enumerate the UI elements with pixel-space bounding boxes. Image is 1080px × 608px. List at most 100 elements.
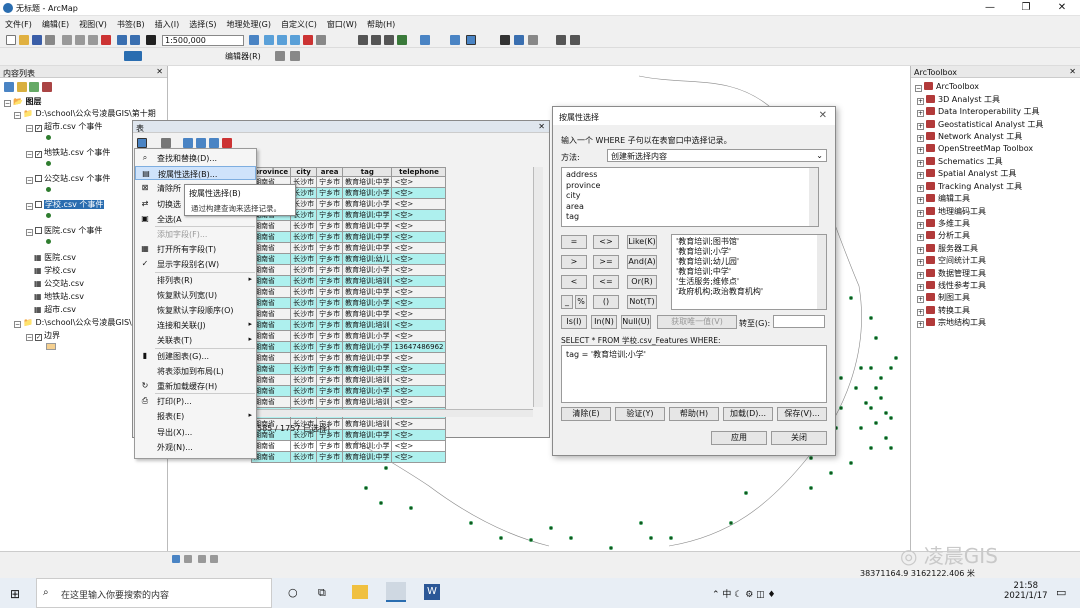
value-item[interactable]: '教育培训;中学' [676, 267, 822, 277]
select-by-attributes-icon[interactable] [183, 138, 193, 148]
cortana-icon[interactable]: ○ [288, 586, 298, 599]
pan-icon[interactable] [384, 35, 394, 45]
layer-bus[interactable]: − 公交站.csv 个事件 [26, 173, 110, 184]
expand-icon[interactable]: + [917, 135, 924, 143]
identify-icon[interactable] [514, 35, 524, 45]
html-popup-icon[interactable] [570, 35, 580, 45]
arctoolbox-icon[interactable] [303, 35, 313, 45]
undo-icon[interactable] [117, 35, 127, 45]
toolbox-item[interactable]: + 空间统计工具 [917, 255, 986, 267]
clock[interactable]: 21:58 2021/1/17 [1004, 581, 1048, 601]
expand-icon[interactable]: + [917, 172, 924, 180]
save-button[interactable]: 保存(V)... [777, 407, 827, 421]
menu-item[interactable]: ▮ 创建图表(G)... [135, 349, 256, 363]
table-row[interactable]: 湖南省 长沙市 宁乡市 教育培训;培训 <空> [250, 319, 447, 331]
table-item[interactable]: ▦ 学校.csv [34, 265, 76, 276]
layer-school[interactable]: − 学校.csv 个事件 [26, 199, 105, 210]
table-row[interactable]: 湖南省长沙市宁乡市教育培训;小学<空> [250, 440, 447, 452]
menu-file[interactable]: 文件(F) [0, 16, 37, 33]
open-icon[interactable] [19, 35, 29, 45]
menu-help[interactable]: 帮助(H) [362, 16, 400, 33]
toolbox-item[interactable]: + Network Analyst 工具 [917, 131, 1022, 143]
field-item[interactable]: city [566, 191, 814, 202]
layer-supermarket[interactable]: − ✓ 超市.csv 个事件 [26, 121, 102, 132]
toolbox-item[interactable]: + 服务器工具 [917, 243, 978, 254]
menu-item[interactable]: ⌕ 查找和替换(D)... [135, 151, 256, 165]
expand-icon[interactable]: + [917, 222, 924, 229]
menu-item[interactable]: ▦ 打开所有字段(T) [135, 242, 256, 256]
close-icon[interactable]: ✕ [819, 110, 827, 121]
operator-button[interactable]: Like(K) [627, 235, 657, 249]
field-item[interactable]: tag [566, 212, 814, 223]
clear-selection-icon[interactable] [209, 138, 219, 148]
table-row[interactable]: 湖南省长沙市宁乡市教育培训;中学<空> [250, 363, 447, 375]
toolbox-item[interactable]: + Schematics 工具 [917, 156, 1003, 167]
table-row[interactable]: 湖南省长沙市宁乡市教育培训;小学<空> [250, 297, 447, 309]
table-row[interactable]: 湖南省 长沙市 宁乡市 教育培训;培训 <空> [250, 374, 447, 386]
toolbox-item[interactable]: + 编辑工具 [917, 193, 970, 205]
folder-node-2[interactable]: − 📁 D:\school\公众号凌晨GIS\ [14, 317, 132, 328]
save-icon[interactable] [32, 35, 42, 45]
toolbox-item[interactable]: + Geostatistical Analyst 工具 [917, 119, 1043, 130]
field-item[interactable]: province [566, 181, 814, 192]
full-extent-icon[interactable] [397, 35, 407, 45]
column-header[interactable]: city [290, 167, 318, 177]
scale-select[interactable]: 1:500,000 [162, 35, 244, 46]
catalog-icon[interactable] [277, 35, 287, 45]
menu-item[interactable]: ✓ 显示字段别名(W) [135, 257, 256, 271]
menu-selection[interactable]: 选择(S) [184, 16, 221, 33]
layout-view-icon[interactable] [184, 555, 192, 563]
add-data-icon[interactable] [146, 35, 156, 45]
close-icon[interactable]: ✕ [1069, 67, 1076, 76]
null-button[interactable]: Null(U) [621, 315, 651, 329]
operator-button[interactable]: % [575, 295, 587, 309]
attribute-grid[interactable]: province city area tag telephone 湖南省 长沙市 宁乡市 教育培… [250, 167, 551, 463]
table-row[interactable]: 湖南省长沙市宁乡市教育培训;小学<空> [250, 330, 447, 342]
toolbox-item[interactable]: + Tracking Analyst 工具 [917, 181, 1022, 192]
zoom-out-icon[interactable] [371, 35, 381, 45]
toolbox-item[interactable]: + 分析工具 [917, 230, 970, 242]
data-view-icon[interactable] [172, 555, 180, 563]
expand-icon[interactable]: + [917, 98, 924, 105]
pause-drawing-icon[interactable] [210, 555, 218, 563]
expand-icon[interactable]: + [917, 160, 924, 167]
goto-input[interactable] [773, 315, 825, 328]
table-row[interactable]: 湖南省长沙市宁乡市教育培训;中学<空> [250, 451, 447, 463]
toolbox-item[interactable]: + Spatial Analyst 工具 [917, 168, 1016, 180]
paste-icon[interactable] [88, 35, 98, 45]
table-row[interactable]: 湖南省 长沙市 宁乡市 教育培训;幼儿 <空> [250, 253, 447, 265]
layer-checkbox[interactable]: ✓ [35, 125, 42, 132]
switch-selection-icon[interactable] [196, 138, 206, 148]
toolbox-item[interactable]: + Data Interoperability 工具 [917, 106, 1040, 118]
operator-button[interactable]: = [561, 235, 587, 249]
layers-root[interactable]: − 📂 图层 [4, 96, 42, 107]
value-item[interactable]: '生活服务;维修点' [676, 277, 822, 287]
menu-item[interactable]: 恢复默认字段顺序(O) [135, 303, 256, 317]
menu-item[interactable]: 报表(E) ▸ [135, 409, 256, 423]
menu-bookmarks[interactable]: 书签(B) [112, 16, 150, 33]
clear-button[interactable]: 清除(E) [561, 407, 611, 421]
maximize-button[interactable]: ❐ [1008, 0, 1044, 16]
menu-item[interactable]: 恢复默认列宽(U) [135, 288, 256, 302]
operator-button[interactable]: <> [593, 235, 619, 249]
table-row[interactable]: 湖南省 长沙市 宁乡市 教育培训;培训 <空> [250, 396, 447, 408]
table-row[interactable]: 湖南省 长沙市 宁乡市 教育培训;小学 13647486962 [250, 341, 447, 353]
delete-selected-icon[interactable] [222, 138, 232, 148]
zoom-in-icon[interactable] [358, 35, 368, 45]
windows-start-icon[interactable]: ⊞ [10, 587, 20, 601]
menu-item[interactable]: ↻ 重新加载缓存(H) [135, 379, 256, 393]
column-header[interactable]: tag [342, 167, 393, 177]
color-swatch-icon[interactable] [124, 51, 142, 61]
method-select[interactable]: 创建新选择内容 ⌄ [607, 149, 827, 162]
table-row[interactable]: 湖南省长沙市宁乡市教育培训;中学<空> [250, 220, 447, 232]
expand-icon[interactable]: + [917, 246, 924, 254]
edit-tool-icon[interactable] [275, 51, 285, 61]
system-tray[interactable]: ⌃ 中 ☾ ⚙ ◫ ♦ [712, 587, 776, 600]
value-item[interactable]: '教育培训;图书馆' [676, 237, 822, 247]
menu-item[interactable]: 排列表(R) ▸ [135, 273, 256, 287]
arctoolbox-root[interactable]: − ArcToolbox [915, 82, 979, 92]
operator-button[interactable]: () [593, 295, 619, 309]
menu-windows[interactable]: 窗口(W) [322, 16, 362, 33]
value-item[interactable]: '教育培训;幼儿园' [676, 257, 822, 267]
expand-icon[interactable]: + [917, 197, 924, 205]
